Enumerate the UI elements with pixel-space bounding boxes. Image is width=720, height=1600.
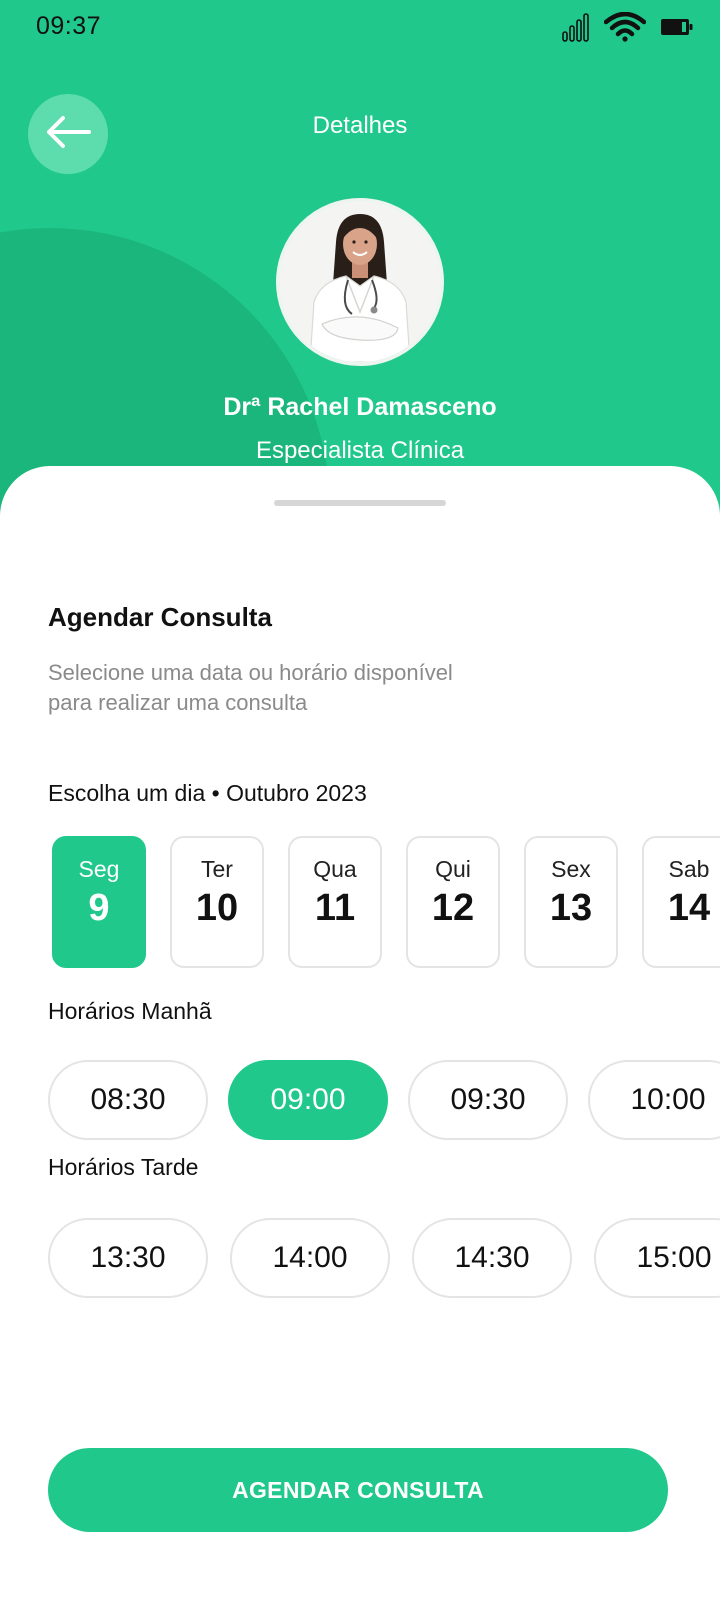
day-picker: Seg 9 Ter 10 Qua 11 Qui 12 Sex 13 Sab 14 — [52, 836, 720, 970]
schedule-appointment-button[interactable]: AGENDAR CONSULTA — [48, 1448, 668, 1532]
schedule-sheet: Agendar Consulta Selecione uma data ou h… — [0, 466, 720, 1600]
day-option-ter[interactable]: Ter 10 — [170, 836, 264, 968]
time-slot-1330[interactable]: 13:30 — [48, 1218, 208, 1298]
header-title: Detalhes — [312, 112, 408, 139]
day-option-qua[interactable]: Qua 11 — [288, 836, 382, 968]
day-option-sab[interactable]: Sab 14 — [642, 836, 720, 968]
sheet-drag-handle[interactable] — [274, 500, 446, 506]
afternoon-slots: 13:30 14:00 14:30 15:00 — [48, 1218, 720, 1300]
header: 09:37 Detalhes Drª Rachel Damasceno Espe… — [0, 0, 720, 520]
doctor-specialty: Especialista Clínica — [255, 437, 465, 464]
day-option-qui[interactable]: Qui 12 — [406, 836, 500, 968]
day-name: Seg — [78, 856, 120, 882]
day-picker-label: Escolha um dia • Outubro 2023 — [48, 780, 367, 806]
status-icons — [562, 11, 694, 47]
day-name: Qui — [435, 856, 471, 882]
day-name: Qua — [313, 856, 357, 882]
time-slot-1400[interactable]: 14:00 — [230, 1218, 390, 1298]
day-number: 9 — [88, 887, 110, 929]
battery-icon — [660, 16, 694, 43]
time-slot-0900[interactable]: 09:00 — [228, 1060, 388, 1140]
time-slot-0830[interactable]: 08:30 — [48, 1060, 208, 1140]
doctor-avatar — [276, 198, 444, 366]
schedule-subtitle-line: para realizar uma consulta — [48, 690, 308, 715]
day-number: 10 — [195, 887, 239, 929]
wifi-icon — [603, 11, 647, 47]
day-name: Ter — [201, 856, 233, 882]
day-number: 11 — [314, 887, 356, 929]
afternoon-slots-label: Horários Tarde — [48, 1154, 199, 1180]
day-name: Sab — [668, 856, 710, 882]
signal-icon — [562, 12, 590, 47]
day-number: 14 — [667, 887, 711, 929]
day-option-seg[interactable]: Seg 9 — [52, 836, 146, 968]
morning-slots-label: Horários Manhã — [48, 998, 212, 1024]
day-number: 12 — [431, 887, 475, 929]
day-name: Sex — [551, 856, 591, 882]
time-slot-0930[interactable]: 09:30 — [408, 1060, 568, 1140]
day-number: 13 — [549, 887, 593, 929]
day-option-sex[interactable]: Sex 13 — [524, 836, 618, 968]
doctor-name: Drª Rachel Damasceno — [223, 393, 497, 421]
schedule-subtitle: Selecione uma data ou horário disponível… — [48, 658, 568, 718]
time-slot-1500[interactable]: 15:00 — [594, 1218, 720, 1298]
schedule-title: Agendar Consulta — [48, 602, 272, 632]
time-slot-1000[interactable]: 10:00 — [588, 1060, 720, 1140]
status-bar: 09:37 — [0, 0, 720, 56]
status-time: 09:37 — [36, 12, 102, 40]
time-slot-1430[interactable]: 14:30 — [412, 1218, 572, 1298]
morning-slots: 08:30 09:00 09:30 10:00 — [48, 1060, 720, 1142]
schedule-subtitle-line: Selecione uma data ou horário disponível — [48, 660, 453, 685]
